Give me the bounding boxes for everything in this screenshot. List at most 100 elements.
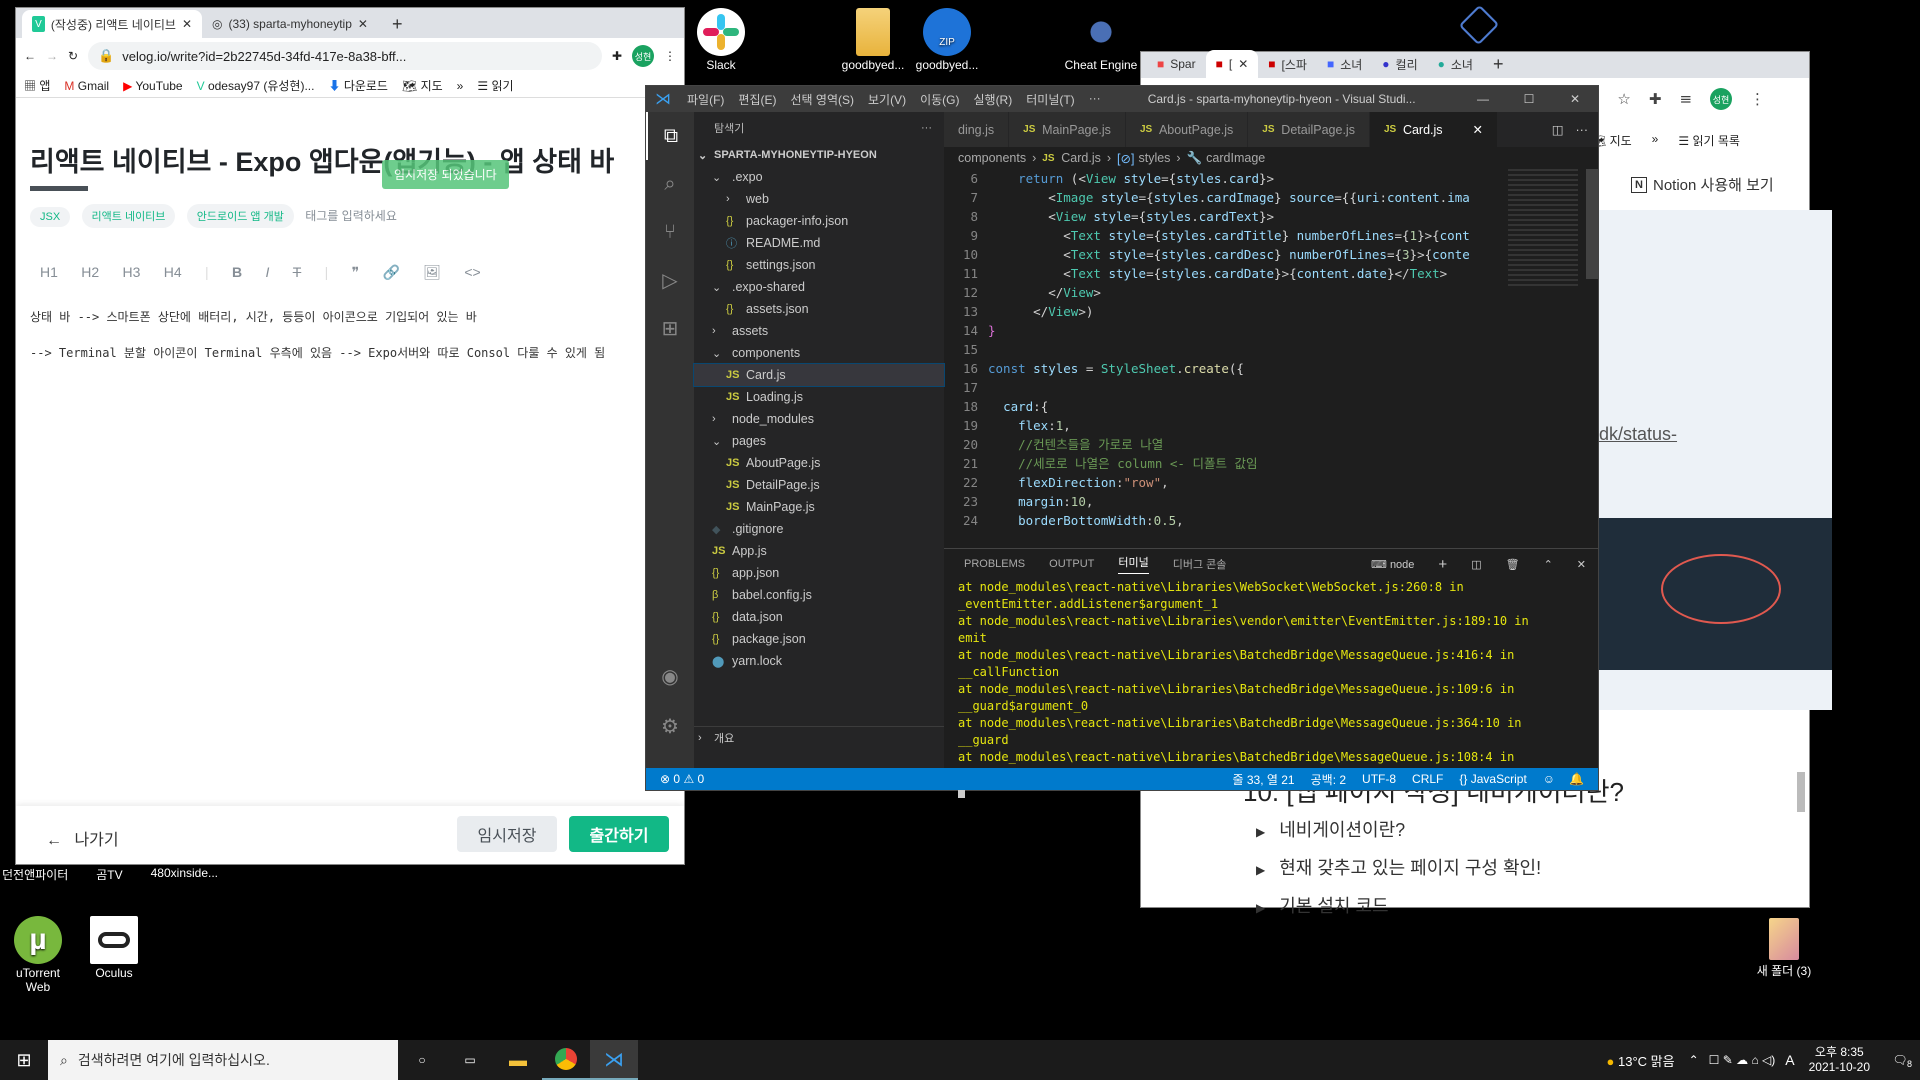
bookmark-overflow[interactable]: » [1652,132,1659,149]
tree-item[interactable]: ⌄ .expo-shared [694,276,944,298]
task-view-button[interactable]: ▭ [446,1040,494,1080]
tree-item[interactable]: ⬤ yarn.lock [694,650,944,672]
tag-input[interactable]: 태그를 입력하세요 [305,209,397,223]
tree-item[interactable]: ⌄ pages [694,430,944,452]
menu-icon[interactable]: ⋮ [664,49,676,63]
tree-item[interactable]: {} package.json [694,628,944,650]
maximize-panel-icon[interactable]: ⌃ [1544,558,1553,571]
tree-item[interactable]: {} app.json [694,562,944,584]
gear-icon[interactable]: ⚙ [646,702,694,750]
cortana-button[interactable]: ○ [398,1040,446,1080]
outline-section[interactable]: › 개요 [694,726,944,748]
desktop-icon-new-folder[interactable]: 새 폴더 (3) [1740,918,1828,979]
indentation[interactable]: 공백: 2 [1311,771,1346,788]
menu-view[interactable]: 보기(V) [868,91,906,108]
new-tab-button[interactable]: + [1483,50,1514,78]
link-fragment[interactable]: dk/status- [1599,424,1677,445]
tree-item[interactable]: JS App.js [694,540,944,562]
tab[interactable]: ■ Spar [1147,50,1206,78]
extensions-icon[interactable]: ⊞ [646,304,694,352]
minimap[interactable] [1508,169,1578,289]
extensions-icon[interactable]: ✚ [1649,90,1662,108]
add-terminal-icon[interactable]: + [1438,556,1447,573]
extensions-icon[interactable]: ✚ [612,49,622,63]
reload-icon[interactable]: ↻ [68,49,78,63]
tag-chip[interactable]: JSX [30,207,71,227]
tree-item[interactable]: {} packager-info.json [694,210,944,232]
temp-save-button[interactable]: 임시저장 [457,816,557,852]
tree-item[interactable]: JS Loading.js [694,386,944,408]
tree-item[interactable]: β babel.config.js [694,584,944,606]
bold-button[interactable]: B [232,264,242,280]
menu-terminal[interactable]: 터미널(T) [1026,91,1074,108]
bookmark-overflow[interactable]: » [457,79,464,93]
tree-item[interactable]: JS AboutPage.js [694,452,944,474]
publish-button[interactable]: 출간하기 [569,816,669,852]
tray-icons[interactable]: ☐ ✎ ☁ ⌂ ◁) [1709,1053,1776,1067]
tree-item[interactable]: ◆ .gitignore [694,518,944,540]
tag-chip[interactable]: 리액트 네이티브 [81,204,176,228]
breadcrumb-item[interactable]: components [958,151,1026,165]
media-icon[interactable]: ≡ [1679,90,1692,108]
tab[interactable]: ● 컬리 [1372,50,1427,78]
taskbar-chrome[interactable] [542,1040,590,1080]
editor-body[interactable]: 상태 바 --> 스마트폰 상단에 배터리, 시간, 등등이 아이콘으로 기입되… [30,308,656,362]
editor-tab[interactable]: JS AboutPage.js [1125,112,1249,147]
close-panel-icon[interactable]: ✕ [1577,558,1586,571]
ime-indicator[interactable]: A [1785,1052,1794,1068]
tab[interactable]: ■ [스파 [1258,50,1317,78]
tree-item[interactable]: JS MainPage.js [694,496,944,518]
new-tab-button[interactable]: + [382,10,413,38]
menu-edit[interactable]: 편집(E) [738,91,776,108]
h2-button[interactable]: H2 [81,264,99,280]
star-icon[interactable]: ☆ [1617,90,1630,108]
h4-button[interactable]: H4 [164,264,182,280]
notification-button[interactable]: 🗨 8 [1880,1053,1920,1069]
tree-item[interactable]: {} assets.json [694,298,944,320]
clock[interactable]: 오후 8:35 2021-10-20 [1809,1045,1870,1075]
breadcrumb-item[interactable]: cardImage [1206,151,1265,165]
terminal-select[interactable]: ⌨ node [1371,558,1414,571]
taskbar-search[interactable]: ⌕ 검색하려면 여기에 입력하십시오. [48,1040,398,1080]
tab[interactable]: ■ 소녀 [1317,50,1372,78]
panel-tab-output[interactable]: OUTPUT [1049,558,1094,570]
maximize-button[interactable]: ☐ [1506,92,1552,106]
menu-go[interactable]: 이동(G) [920,91,959,108]
close-icon[interactable]: ✕ [1238,57,1248,71]
explorer-icon[interactable]: ⧉ [646,112,694,160]
tab-velog-write[interactable]: V (작성중) 리액트 네이티브 ✕ [22,10,202,38]
h1-button[interactable]: H1 [40,264,58,280]
breadcrumb-item[interactable]: Card.js [1061,151,1101,165]
terminal-output[interactable]: at node_modules\react-native\Libraries\W… [944,579,1598,798]
bookmark-download[interactable]: ⬇ 다운로드 [328,77,388,94]
split-editor-icon[interactable]: ◫ [1552,122,1564,137]
language-mode[interactable]: {} JavaScript [1459,772,1526,786]
reading-list[interactable]: ☰ 읽기 [477,77,513,94]
menu-more[interactable]: ··· [1089,91,1101,108]
editor-tab[interactable]: JS DetailPage.js [1248,112,1370,147]
bookmark-map[interactable]: 🗺 지도 [402,77,443,94]
tree-item[interactable]: › web [694,188,944,210]
desktop-icon-goodbyed-zip[interactable]: ZIP goodbyed... [903,8,991,72]
problems-indicator[interactable]: ⊗ 0 ⚠ 0 [660,772,704,786]
close-icon[interactable]: ✕ [182,17,192,31]
taskbar-explorer[interactable]: ▬ [494,1040,542,1080]
h3-button[interactable]: H3 [123,264,141,280]
more-actions-icon[interactable]: ··· [921,122,932,134]
split-terminal-icon[interactable]: ◫ [1471,558,1481,571]
bookmark-apps[interactable]: ▦ 앱 [24,77,50,94]
close-icon[interactable]: ✕ [1473,122,1483,137]
link-icon[interactable]: 🔗 [382,264,399,280]
back-icon[interactable]: ← [24,49,36,63]
bookmark-gmail[interactable]: M Gmail [64,79,109,93]
editor-tab-active[interactable]: JS Card.js ✕ [1369,112,1499,147]
more-actions-icon[interactable]: ··· [1576,123,1589,137]
feedback-icon[interactable]: ☺ [1543,772,1555,786]
close-button[interactable]: ✕ [1552,92,1598,106]
tree-item[interactable]: JS Card.js [693,363,945,387]
panel-tab-terminal[interactable]: 터미널 [1118,554,1149,574]
editor-tab[interactable]: JS MainPage.js [1009,112,1126,147]
menu-file[interactable]: 파일(F) [687,91,724,108]
scrollbar[interactable] [1797,772,1805,812]
minimize-button[interactable]: — [1460,92,1506,106]
